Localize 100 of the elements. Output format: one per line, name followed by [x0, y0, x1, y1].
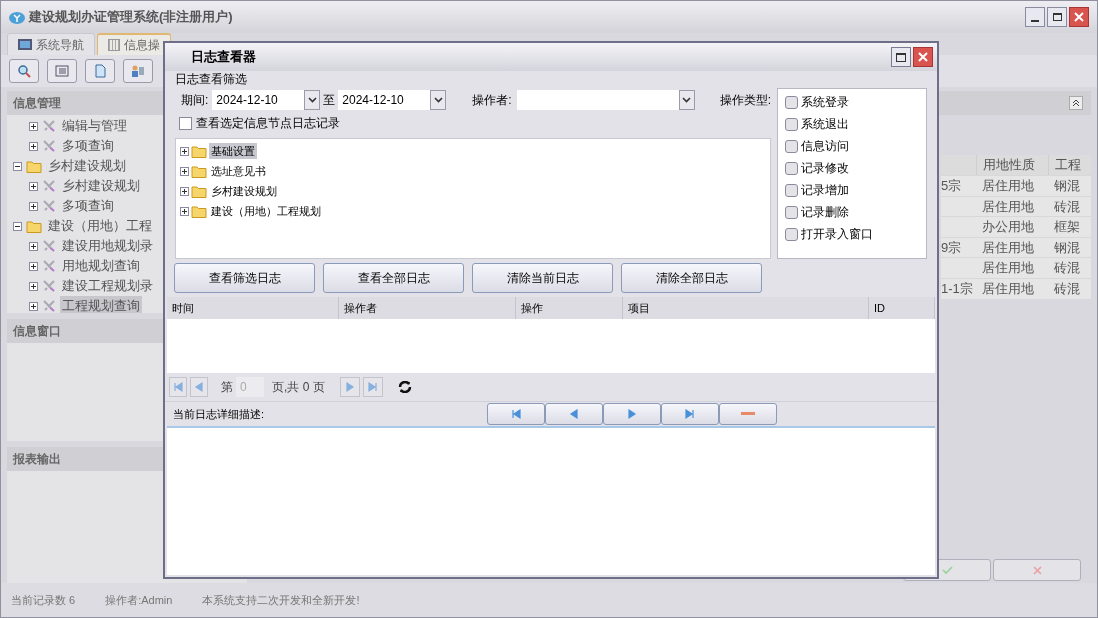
tree-item[interactable]: 工程规划查询	[60, 296, 142, 313]
tree-item[interactable]: 乡村建设规划	[209, 182, 279, 200]
toolbar-button[interactable]	[123, 59, 153, 83]
first-icon	[510, 408, 522, 420]
expand-icon[interactable]	[29, 201, 38, 211]
checkbox-label: 系统登录	[801, 94, 849, 111]
expand-icon[interactable]	[180, 206, 189, 216]
next-icon	[343, 381, 356, 393]
previous-icon	[568, 408, 580, 420]
expand-icon[interactable]	[29, 301, 38, 311]
expand-icon[interactable]	[29, 261, 38, 271]
date-field[interactable]: 2024-12-10	[338, 90, 431, 110]
expand-icon[interactable]	[29, 181, 38, 191]
navigation-button[interactable]	[545, 403, 603, 425]
checkbox[interactable]	[785, 161, 798, 175]
table-cell-text: 砖混	[1053, 259, 1081, 278]
expand-icon[interactable]	[29, 281, 38, 291]
group-title: 日志查看筛选	[175, 72, 248, 87]
collapse-button[interactable]	[1069, 96, 1083, 110]
operation-type-label: 操作类型:	[719, 92, 771, 109]
close-button[interactable]	[1069, 7, 1089, 27]
tree-item[interactable]: 建设工程规划录	[60, 276, 155, 296]
folder-icon	[191, 144, 207, 158]
checkbox-label: 记录删除	[801, 204, 849, 221]
collapse-icon[interactable]	[13, 161, 22, 171]
minimize-button[interactable]	[1025, 7, 1045, 27]
expand-icon[interactable]	[29, 241, 38, 251]
last-icon	[366, 381, 379, 393]
tree-item[interactable]: 基础设置	[209, 142, 257, 160]
monitor-icon	[18, 39, 32, 50]
expand-icon[interactable]	[180, 146, 189, 156]
collapse-icon[interactable]	[13, 221, 22, 231]
navigation-button[interactable]	[661, 403, 719, 425]
table-cell: 5宗	[941, 178, 962, 193]
caret-icon	[307, 97, 317, 103]
close-icon	[918, 52, 928, 62]
tab[interactable]: 信息操	[97, 33, 171, 55]
action-button[interactable]: 清除全部日志	[621, 263, 762, 293]
tree-item[interactable]: 多项查询	[60, 136, 116, 156]
table-cell-text: 砖混	[1053, 197, 1081, 216]
table-cell-text: 居住用地	[981, 197, 1035, 216]
grid-icon	[108, 39, 120, 51]
maximize-button[interactable]	[891, 47, 911, 67]
tree-item[interactable]: 编辑与管理	[60, 116, 129, 136]
navigation-button[interactable]	[603, 403, 661, 425]
tree-item[interactable]: 乡村建设规划	[46, 156, 128, 176]
dropdown-button[interactable]	[430, 90, 447, 110]
tree-item[interactable]: 乡村建设规划	[60, 176, 142, 196]
tree-item[interactable]: 多项查询	[60, 196, 116, 216]
toolbar-button[interactable]	[9, 59, 39, 83]
tree-item[interactable]: 建设（用地）工程规划	[209, 202, 323, 220]
date-field[interactable]: 2024-12-10	[212, 90, 305, 110]
restore-button[interactable]	[1047, 7, 1067, 27]
checkbox[interactable]	[785, 183, 798, 197]
tree-item[interactable]: 建设（用地）工程	[46, 216, 154, 236]
window-title: 建设规划办证管理系统(非注册用户)	[29, 8, 233, 27]
operator-label: 操作者:	[472, 92, 512, 109]
action-button[interactable]: 清除当前日志	[472, 263, 613, 293]
table-cell: 9宗	[941, 239, 962, 255]
page-prefix: 第	[221, 379, 233, 396]
document-icon	[93, 64, 107, 78]
checkbox[interactable]	[785, 139, 798, 153]
tools-icon	[42, 199, 56, 213]
navigation-button[interactable]	[719, 403, 777, 425]
checkbox[interactable]	[785, 95, 798, 109]
tree-item[interactable]: 建设用地规划录	[60, 236, 155, 256]
checkbox-label: 系统退出	[801, 116, 849, 133]
checkbox[interactable]	[785, 205, 798, 219]
check-icon	[941, 565, 953, 575]
close-button[interactable]	[913, 47, 933, 67]
table-cell-text: 办公用地	[981, 218, 1035, 237]
caret-icon	[682, 97, 692, 103]
refresh-icon[interactable]	[397, 381, 412, 393]
expand-icon[interactable]	[180, 186, 189, 196]
expand-icon[interactable]	[180, 166, 189, 176]
checkbox-label: 信息访问	[801, 138, 849, 155]
table-cell-text: 框架	[1053, 218, 1081, 237]
checkbox-label: 记录增加	[801, 182, 849, 199]
table-cell-text: 居住用地	[981, 238, 1035, 257]
expand-icon[interactable]	[29, 121, 38, 131]
checkbox[interactable]	[785, 227, 798, 241]
action-button[interactable]: 查看全部日志	[323, 263, 464, 293]
tools-icon	[42, 139, 56, 153]
navigation-button[interactable]	[487, 403, 545, 425]
minus-icon	[741, 412, 755, 416]
list-icon	[55, 64, 69, 78]
tree-item[interactable]: 用地规划查询	[60, 256, 142, 276]
tools-icon	[42, 239, 56, 253]
user-icon	[131, 64, 145, 78]
action-button[interactable]: 查看筛选日志	[174, 263, 315, 293]
expand-icon[interactable]	[29, 141, 38, 151]
folder-icon	[191, 164, 207, 178]
operator-field[interactable]	[516, 90, 679, 110]
tree-item[interactable]: 选址意见书	[209, 162, 268, 180]
close-icon	[1032, 565, 1042, 575]
page-total: 页,共 0 页	[272, 379, 325, 396]
checkbox[interactable]	[785, 117, 798, 131]
tab[interactable]: 系统导航	[7, 33, 95, 55]
checkbox[interactable]	[179, 116, 192, 130]
dropdown-button[interactable]	[304, 90, 321, 110]
